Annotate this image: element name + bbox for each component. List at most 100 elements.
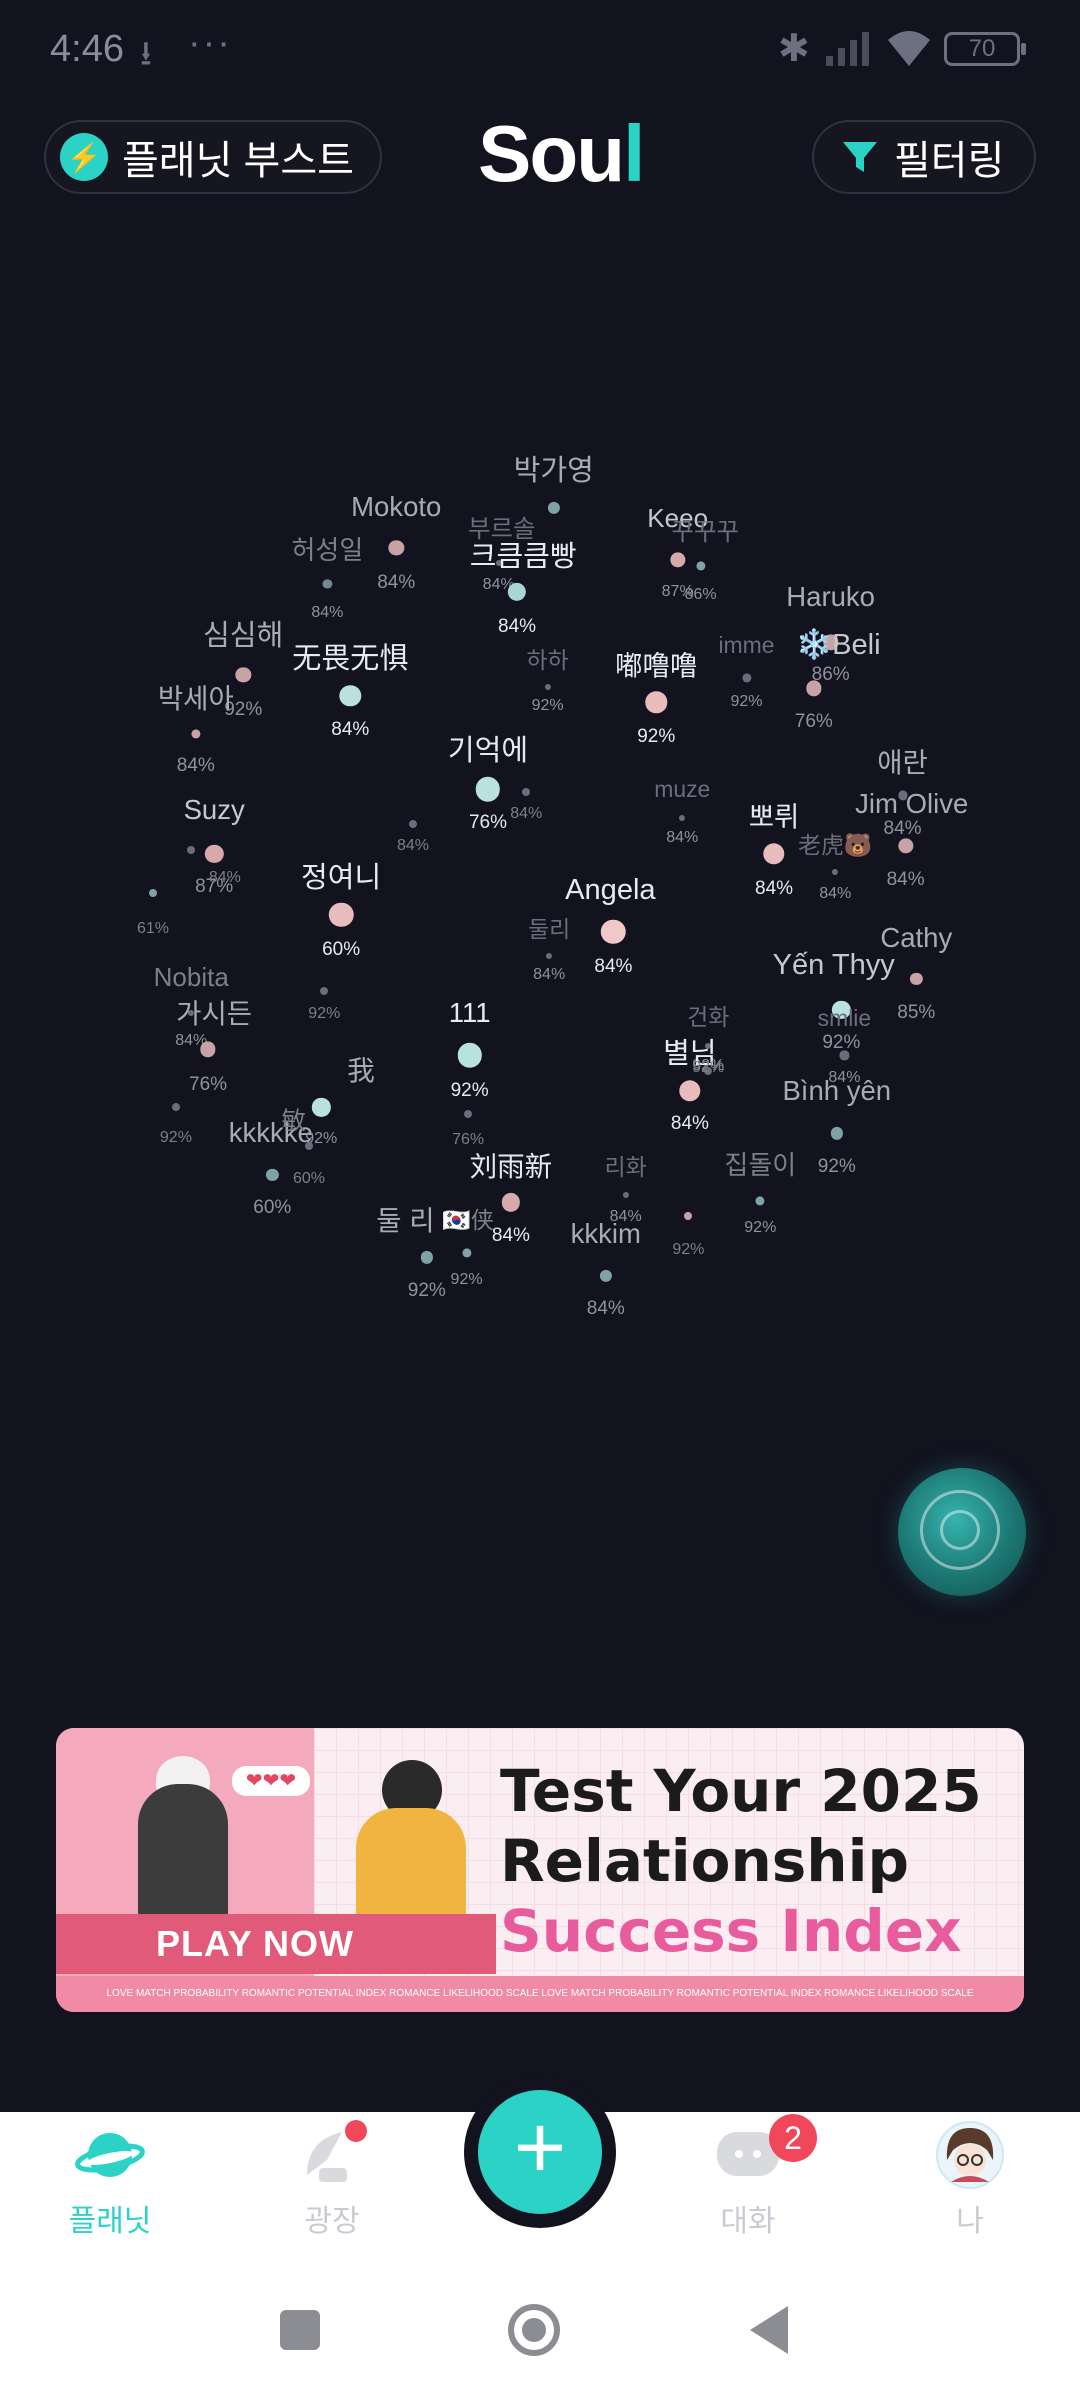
user-star-name: Haruko bbox=[786, 581, 875, 613]
user-star-dot bbox=[830, 1127, 843, 1140]
user-star-name: 크큼큼빵 bbox=[469, 540, 577, 573]
match-percent: 84% bbox=[666, 828, 699, 846]
match-percent: 76% bbox=[794, 711, 833, 733]
planet-boost-label: 플래닛 부스트 bbox=[122, 139, 354, 183]
match-percent: 84% bbox=[498, 616, 537, 638]
user-star-dot bbox=[507, 582, 527, 602]
radar-ring-inner bbox=[940, 1510, 980, 1550]
match-percent: 84% bbox=[594, 955, 633, 977]
user-star-name: 둘 리 bbox=[376, 1204, 435, 1236]
ad-banner[interactable]: ❤❤❤ PLAY NOW Test Your 2025 Relationship… bbox=[56, 1728, 1024, 2012]
play-now-button[interactable]: PLAY NOW bbox=[56, 1914, 496, 1974]
chat-unread-badge: 2 bbox=[769, 2114, 817, 2162]
user-star-name: Angela bbox=[565, 873, 656, 906]
status-time: 4:46 bbox=[50, 28, 124, 70]
satellite-dish-icon bbox=[297, 2120, 367, 2190]
nav-chat[interactable]: 2 대화 bbox=[678, 2114, 818, 2240]
lightning-icon: ⚡ bbox=[60, 133, 108, 181]
user-star-dot bbox=[464, 1109, 473, 1118]
match-percent: 84% bbox=[883, 818, 922, 840]
recent-apps-button[interactable] bbox=[280, 2310, 320, 2350]
user-star-dot bbox=[388, 539, 404, 556]
user-star-name: 리화 bbox=[604, 1153, 647, 1180]
banner-title-line1: Test Your 2025 bbox=[500, 1757, 982, 1825]
user-star-name: 敏 bbox=[281, 1108, 306, 1136]
user-star-dot bbox=[741, 673, 752, 683]
avatar bbox=[935, 2120, 1005, 2190]
banner-title-line2: Relationship bbox=[500, 1827, 909, 1895]
user-star-name: Yến Thyy bbox=[772, 948, 895, 981]
user-star-dot bbox=[461, 1248, 472, 1258]
user-star-dot bbox=[546, 952, 553, 960]
user-star-dot bbox=[622, 1191, 629, 1198]
user-star-dot bbox=[839, 1050, 849, 1061]
user-star-name: 박세아 bbox=[157, 683, 234, 715]
user-star-name: 🇰🇷侠 bbox=[442, 1207, 494, 1234]
user-star-dot bbox=[599, 1269, 612, 1282]
soul-logo: Soul bbox=[478, 108, 645, 200]
match-percent: 92% bbox=[450, 1270, 483, 1288]
user-star-name: 뽀뤼 bbox=[748, 800, 800, 832]
user-star-dot bbox=[670, 552, 686, 568]
wifi-icon bbox=[888, 31, 930, 66]
user-star-name: Mokoto bbox=[351, 491, 442, 523]
match-percent: 86% bbox=[684, 585, 717, 603]
user-star-dot bbox=[191, 729, 201, 739]
user-star-dot bbox=[897, 838, 914, 854]
home-button[interactable] bbox=[508, 2304, 560, 2356]
nav-me[interactable]: 나 bbox=[900, 2120, 1040, 2240]
user-star-name: 허성일 bbox=[291, 535, 364, 566]
user-star-dot bbox=[755, 1196, 765, 1206]
user-star-name: 刘雨新 bbox=[469, 1151, 553, 1183]
banner-footer-strip: LOVE MATCH PROBABILITY ROMANTIC POTENTIA… bbox=[56, 1976, 1024, 2012]
user-star-dot bbox=[420, 1251, 433, 1264]
user-star-dot bbox=[409, 820, 418, 829]
match-percent: 84% bbox=[819, 885, 852, 903]
user-star-dot bbox=[305, 1141, 313, 1150]
match-percent: 92% bbox=[744, 1218, 777, 1236]
user-star-name: kkkim bbox=[570, 1217, 641, 1249]
user-star-dot bbox=[148, 889, 157, 898]
match-percent: 84% bbox=[510, 804, 543, 822]
radar-scan-button[interactable] bbox=[898, 1468, 1026, 1596]
match-percent: 84% bbox=[377, 571, 416, 593]
planet-icon bbox=[75, 2120, 145, 2190]
planet-boost-button[interactable]: ⚡ 플래닛 부스트 bbox=[44, 120, 382, 194]
user-star-name: smlie bbox=[817, 1005, 872, 1032]
user-star-dot bbox=[679, 815, 686, 822]
planet-map[interactable]: 박가영 Mokoto 84% 허성일 84% 부르솔 84% 크큼큼빵 84% Keeo 87% 꾸꾸… bbox=[0, 220, 1080, 1360]
user-star-name: Bình yên bbox=[782, 1075, 892, 1107]
match-percent: 92% bbox=[450, 1079, 489, 1101]
match-percent: 92% bbox=[672, 1240, 705, 1258]
user-star-name: 嘟噜噜 bbox=[614, 649, 698, 681]
match-percent: 76% bbox=[452, 1130, 485, 1148]
funnel-icon bbox=[843, 142, 877, 172]
user-star-dot bbox=[320, 987, 329, 996]
match-percent: 76% bbox=[189, 1073, 228, 1095]
logo-accent: l bbox=[623, 109, 645, 198]
nav-square[interactable]: 광장 bbox=[262, 2120, 402, 2240]
match-percent: 76% bbox=[468, 812, 507, 833]
back-button[interactable] bbox=[750, 2306, 788, 2354]
user-star-name: Nobita bbox=[153, 961, 229, 992]
user-star-dot bbox=[312, 1098, 331, 1117]
match-percent: 92% bbox=[730, 692, 763, 710]
match-percent: 84% bbox=[586, 1298, 625, 1320]
match-percent: 84% bbox=[397, 836, 430, 854]
user-star-name: ❄️Beli bbox=[795, 628, 881, 661]
user-star-name: 둘리 bbox=[528, 916, 571, 943]
match-percent: 92% bbox=[692, 1058, 725, 1076]
signal-icon bbox=[826, 32, 869, 66]
create-post-button[interactable]: + bbox=[478, 2090, 602, 2214]
more-notifications-icon: ··· bbox=[188, 22, 232, 64]
filter-button[interactable]: 필터링 bbox=[812, 120, 1036, 194]
user-star-name: muze bbox=[654, 775, 711, 802]
user-star-name: 老虎🐻 bbox=[798, 832, 873, 859]
nav-planet[interactable]: 플래닛 bbox=[40, 2120, 180, 2240]
user-star-dot bbox=[457, 1043, 482, 1068]
user-star-dot bbox=[322, 579, 332, 589]
banner-illustration-person2 bbox=[356, 1808, 466, 1928]
status-bar: 4:46 ⭳ ··· ✱ 70 bbox=[0, 0, 1080, 100]
nav-planet-label: 플래닛 bbox=[68, 2205, 152, 2238]
user-star-dot bbox=[832, 868, 839, 875]
